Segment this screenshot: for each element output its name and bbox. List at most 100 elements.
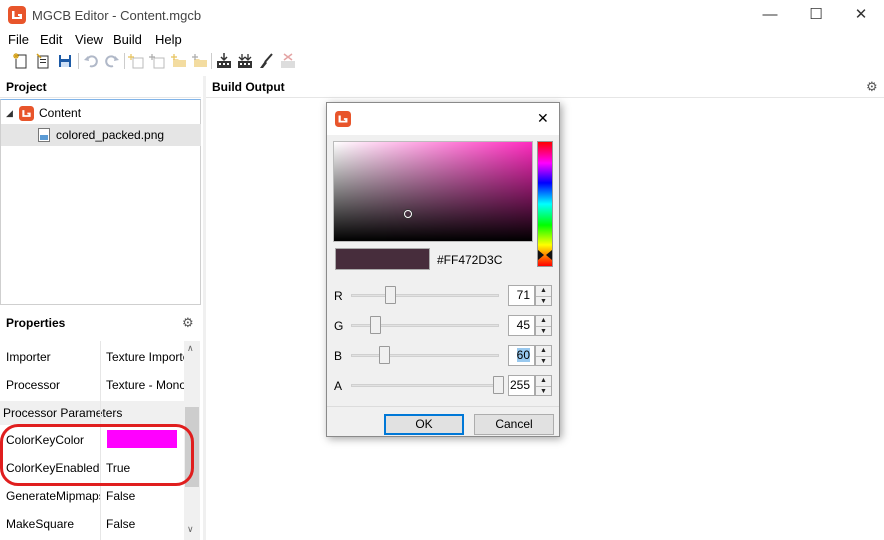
slider-track[interactable]	[351, 384, 499, 387]
slider-track[interactable]	[351, 354, 499, 357]
project-tree: ◢ Content colored_packed.png	[0, 99, 201, 305]
close-button[interactable]: ✕	[838, 0, 884, 30]
saturation-value-picker[interactable]	[333, 141, 533, 242]
spin-buttons[interactable]: ▲ ▼	[535, 315, 552, 336]
menu-bar: File Edit View Build Help	[0, 30, 884, 50]
property-name: Importer	[6, 350, 51, 364]
slider-thumb[interactable]	[379, 346, 390, 364]
menu-build[interactable]: Build	[113, 32, 142, 47]
open-file-icon[interactable]	[34, 52, 52, 70]
clean-icon[interactable]	[257, 52, 275, 70]
property-value[interactable]: False	[106, 510, 184, 538]
collapse-arrow-icon[interactable]: ◢	[6, 102, 13, 124]
slider-row-a: A 255 ▲ ▼	[327, 373, 559, 399]
title-bar: MGCB Editor - Content.mgcb — ☐ ✕	[0, 0, 884, 30]
spin-buttons[interactable]: ▲ ▼	[535, 285, 552, 306]
property-row-generatemipmaps[interactable]: GenerateMipmaps False	[0, 482, 184, 510]
toolbar-separator	[124, 53, 125, 69]
toolbar-separator	[78, 53, 79, 69]
section-label: Processor Parameters	[3, 406, 123, 420]
spin-down-icon[interactable]: ▼	[536, 356, 551, 366]
gear-icon[interactable]: ⚙	[182, 311, 194, 335]
undo-icon[interactable]	[82, 52, 100, 70]
spin-up-icon[interactable]: ▲	[536, 316, 551, 326]
properties-pane-header: Properties ⚙	[0, 311, 201, 335]
monogame-logo-icon	[19, 106, 34, 121]
cancel-build-icon[interactable]	[279, 52, 297, 70]
slider-row-b: B 60 ▲ ▼	[327, 343, 559, 369]
project-pane-header: Project	[0, 76, 201, 98]
spin-up-icon[interactable]: ▲	[536, 346, 551, 356]
property-name: Processor	[6, 378, 61, 392]
hue-marker-icon[interactable]	[538, 250, 552, 260]
channel-value-input[interactable]: 60	[508, 345, 535, 366]
spin-down-icon[interactable]: ▼	[536, 386, 551, 396]
property-value[interactable]: Texture Importer	[106, 343, 184, 371]
menu-edit[interactable]: Edit	[40, 32, 62, 47]
scroll-down-icon[interactable]: ∨	[187, 524, 194, 535]
project-pane-title: Project	[6, 80, 47, 94]
slider-track[interactable]	[351, 294, 499, 297]
add-folder-icon[interactable]	[191, 52, 209, 70]
build-output-header: Build Output ⚙	[206, 76, 884, 98]
channel-value-input[interactable]: 45	[508, 315, 535, 336]
slider-thumb[interactable]	[385, 286, 396, 304]
property-value[interactable]: Texture - MonoGame	[106, 371, 184, 399]
spin-buttons[interactable]: ▲ ▼	[535, 375, 552, 396]
new-file-icon[interactable]	[12, 52, 30, 70]
property-row-processor[interactable]: Processor Texture - MonoGame	[0, 371, 184, 399]
annotation-highlight	[0, 424, 194, 486]
channel-value-input[interactable]: 71	[508, 285, 535, 306]
menu-file[interactable]: File	[8, 32, 29, 47]
slider-row-r: R 71 ▲ ▼	[327, 283, 559, 309]
image-file-icon	[38, 128, 50, 142]
menu-view[interactable]: View	[75, 32, 103, 47]
build-output-title: Build Output	[212, 80, 285, 94]
scroll-up-icon[interactable]: ∧	[187, 343, 194, 354]
spin-down-icon[interactable]: ▼	[536, 296, 551, 306]
new-item-icon[interactable]	[128, 52, 146, 70]
slider-thumb[interactable]	[493, 376, 504, 394]
slider-row-g: G 45 ▲ ▼	[327, 313, 559, 339]
cancel-button[interactable]: Cancel	[474, 414, 554, 435]
gear-icon[interactable]: ⚙	[866, 76, 878, 98]
tree-item-label: Content	[39, 106, 82, 120]
channel-label: R	[334, 289, 343, 303]
property-row-makesquare[interactable]: MakeSquare False	[0, 510, 184, 538]
color-picker-dialog: ✕ #FF472D3C R 71 ▲▼ G 45 ▲▼ B 60 ▲▼ A	[326, 102, 560, 437]
minimize-button[interactable]: —	[747, 0, 793, 30]
spin-down-icon[interactable]: ▼	[536, 326, 551, 336]
property-row-importer[interactable]: Importer Texture Importer	[0, 343, 184, 371]
rebuild-icon[interactable]	[236, 52, 254, 70]
redo-icon[interactable]	[103, 52, 121, 70]
monogame-logo-icon	[335, 111, 351, 127]
toolbar-separator	[211, 53, 212, 69]
hue-slider[interactable]	[537, 141, 553, 267]
dialog-close-button[interactable]: ✕	[537, 110, 549, 127]
toolbar	[0, 50, 884, 74]
slider-thumb[interactable]	[370, 316, 381, 334]
tree-item-file[interactable]: colored_packed.png	[1, 124, 201, 146]
build-icon[interactable]	[215, 52, 233, 70]
tree-item-content[interactable]: ◢ Content	[1, 102, 201, 124]
property-value[interactable]: False	[106, 482, 184, 510]
current-color-swatch	[335, 248, 430, 270]
selected-text: 60	[516, 348, 530, 362]
channel-label: B	[334, 349, 343, 363]
tree-item-label: colored_packed.png	[56, 128, 165, 142]
menu-help[interactable]: Help	[155, 32, 182, 47]
property-section-header: Processor Parameters	[0, 401, 184, 425]
dialog-title-bar: ✕	[327, 103, 559, 135]
color-cursor[interactable]	[404, 210, 412, 218]
spin-buttons[interactable]: ▲ ▼	[535, 345, 552, 366]
maximize-button[interactable]: ☐	[793, 0, 839, 30]
spin-up-icon[interactable]: ▲	[536, 286, 551, 296]
new-folder-icon[interactable]	[170, 52, 188, 70]
save-icon[interactable]	[56, 52, 74, 70]
channel-value-input[interactable]: 255	[508, 375, 535, 396]
hex-value: #FF472D3C	[437, 253, 503, 267]
ok-button[interactable]: OK	[384, 414, 464, 435]
spin-up-icon[interactable]: ▲	[536, 376, 551, 386]
add-existing-icon[interactable]	[149, 52, 167, 70]
channel-label: G	[334, 319, 344, 333]
